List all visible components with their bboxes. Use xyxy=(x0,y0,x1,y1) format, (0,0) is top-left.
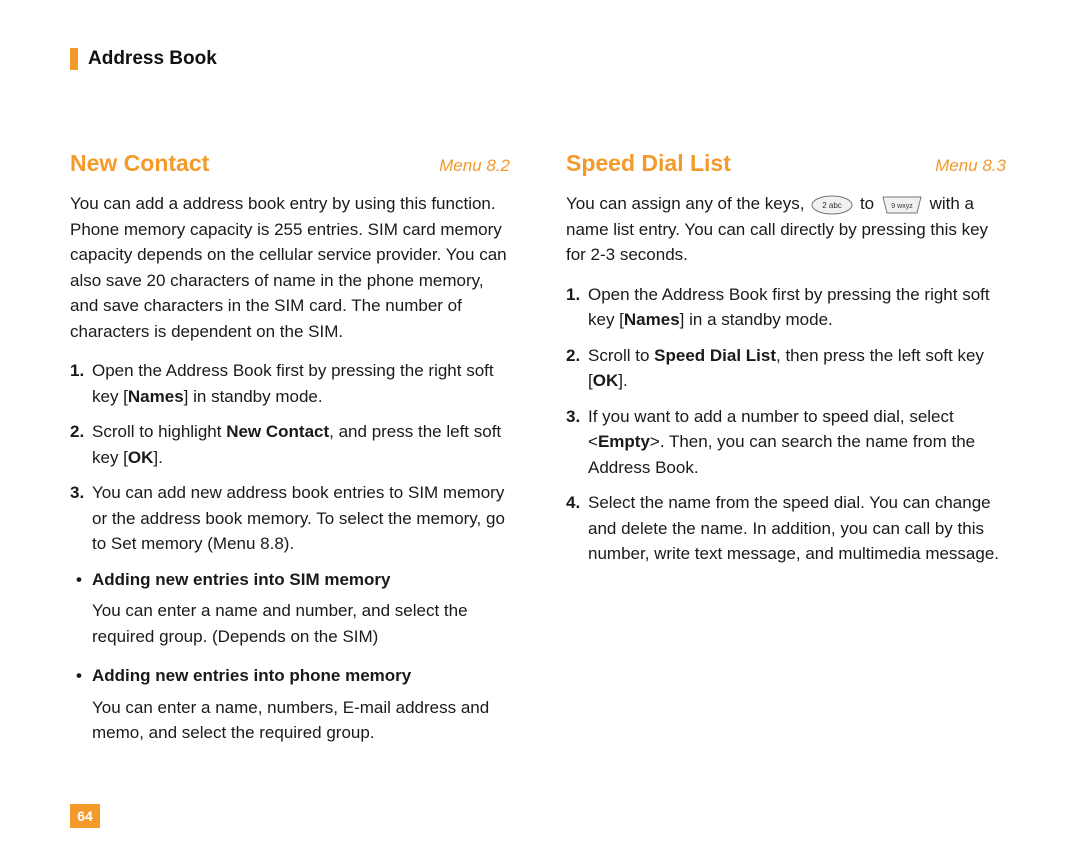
sub-bullet: • Adding new entries into phone memory xyxy=(70,663,510,689)
step-number: 1. xyxy=(70,358,84,384)
step-number: 4. xyxy=(566,490,580,516)
menu-label: Menu 8.2 xyxy=(439,156,510,176)
section-title-row: Speed Dial List Menu 8.3 xyxy=(566,150,1006,177)
right-column: Speed Dial List Menu 8.3 You can assign … xyxy=(566,150,1006,760)
step-text: ]. xyxy=(618,371,627,390)
step-number: 2. xyxy=(566,343,580,369)
step-number: 1. xyxy=(566,282,580,308)
step-text: Scroll to highlight xyxy=(92,422,226,441)
bold-term: OK xyxy=(128,448,154,467)
intro-paragraph: You can add a address book entry by usin… xyxy=(70,191,510,344)
intro-paragraph: You can assign any of the keys, 2 abc to… xyxy=(566,191,1006,268)
bold-term: OK xyxy=(593,371,619,390)
page-number: 64 xyxy=(70,804,100,828)
step-text: Scroll to xyxy=(588,346,654,365)
bold-term: Speed Dial List xyxy=(654,346,776,365)
content-columns: New Contact Menu 8.2 You can add a addre… xyxy=(70,150,1020,760)
steps-list: 1. Open the Address Book first by pressi… xyxy=(566,282,1006,567)
sub-heading: Adding new entries into phone memory xyxy=(92,666,411,685)
bold-term: New Contact xyxy=(226,422,329,441)
svg-text:9 wxyz: 9 wxyz xyxy=(891,203,913,210)
svg-text:2 abc: 2 abc xyxy=(822,201,842,210)
header-accent-bar xyxy=(70,48,78,70)
step-number: 3. xyxy=(70,480,84,506)
bullet-icon: • xyxy=(76,663,82,689)
sub-heading: Adding new entries into SIM memory xyxy=(92,570,390,589)
step-item: 2. Scroll to highlight New Contact, and … xyxy=(70,419,510,470)
step-number: 2. xyxy=(70,419,84,445)
step-text: Select the name from the speed dial. You… xyxy=(588,493,999,563)
intro-text: You can assign any of the keys, xyxy=(566,194,809,213)
step-item: 3. If you want to add a number to speed … xyxy=(566,404,1006,481)
left-column: New Contact Menu 8.2 You can add a addre… xyxy=(70,150,510,760)
step-text: ]. xyxy=(153,448,162,467)
step-text: You can add new address book entries to … xyxy=(92,483,505,553)
sub-bullet: • Adding new entries into SIM memory xyxy=(70,567,510,593)
section-title: Speed Dial List xyxy=(566,150,731,177)
step-text: ] in standby mode. xyxy=(184,387,323,406)
section-title-row: New Contact Menu 8.2 xyxy=(70,150,510,177)
menu-label: Menu 8.3 xyxy=(935,156,1006,176)
step-item: 4. Select the name from the speed dial. … xyxy=(566,490,1006,567)
section-title: New Contact xyxy=(70,150,209,177)
step-number: 3. xyxy=(566,404,580,430)
step-text: ] in a standby mode. xyxy=(680,310,833,329)
step-item: 2. Scroll to Speed Dial List, then press… xyxy=(566,343,1006,394)
step-item: 3. You can add new address book entries … xyxy=(70,480,510,557)
bold-term: Empty xyxy=(598,432,650,451)
bold-term: Names xyxy=(624,310,680,329)
steps-list: 1. Open the Address Book first by pressi… xyxy=(70,358,510,557)
step-item: 1. Open the Address Book first by pressi… xyxy=(70,358,510,409)
intro-text: to xyxy=(860,194,879,213)
header-title: Address Book xyxy=(88,48,217,70)
section-header: Address Book xyxy=(70,48,1020,70)
bold-term: Names xyxy=(128,387,184,406)
sub-text: You can enter a name and number, and sel… xyxy=(70,598,510,649)
sub-text: You can enter a name, numbers, E-mail ad… xyxy=(70,695,510,746)
key-2-icon: 2 abc xyxy=(811,195,853,215)
step-item: 1. Open the Address Book first by pressi… xyxy=(566,282,1006,333)
manual-page: Address Book New Contact Menu 8.2 You ca… xyxy=(0,0,1080,864)
bullet-icon: • xyxy=(76,567,82,593)
key-9-icon: 9 wxyz xyxy=(881,195,923,215)
